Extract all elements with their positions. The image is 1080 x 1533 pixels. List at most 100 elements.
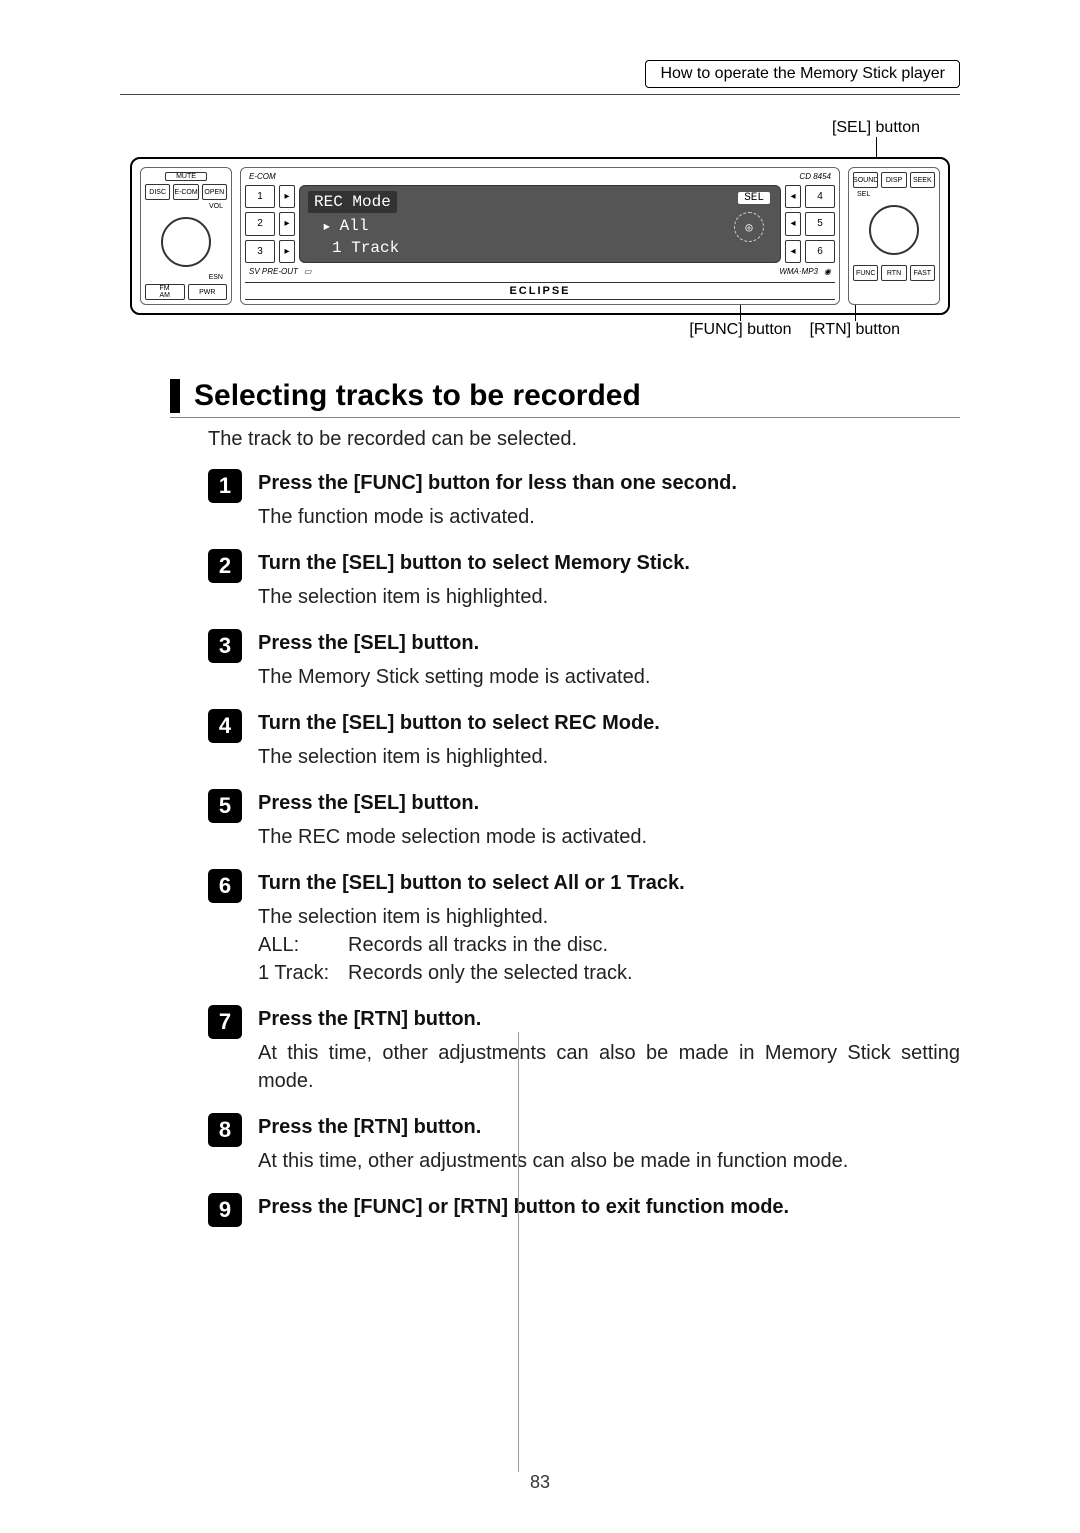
step-title: Press the [RTN] button. [258,1113,960,1141]
page-header: How to operate the Memory Stick player [120,60,960,88]
stereo-diagram: MUTE DISC E-COM OPEN VOL ESN FM AM PWR [130,157,950,315]
section-intro: The track to be recorded can be selected… [208,428,960,451]
skip-right-column: ◂ ◂ ◂ [785,185,801,263]
step-title: Press the [FUNC] or [RTN] button to exit… [258,1193,960,1221]
seek-button: SEEK [910,172,935,188]
step-body: Press the [SEL] button. The Memory Stick … [258,629,960,691]
section: Selecting tracks to be recorded The trac… [170,379,960,1227]
step-body: Turn the [SEL] button to select All or 1… [258,869,960,987]
model-label: CD 8454 [799,172,831,181]
step-description: The selection item is highlighted. [258,583,960,611]
preset-6: 6 [805,240,835,263]
step-title: Turn the [SEL] button to select All or 1… [258,869,960,897]
preset-2: 2 [245,212,275,235]
callout-sel-label: [SEL] button [832,119,920,136]
section-heading-row: Selecting tracks to be recorded [170,379,960,418]
stereo-right-panel: SOUND DISP SEEK SEL FUNC RTN FAST [848,167,940,305]
step-title: Turn the [SEL] button to select Memory S… [258,549,960,577]
step-description: The selection item is highlighted. [258,743,960,771]
skip-left-column: ▸ ▸ ▸ [279,185,295,263]
step-body: Press the [FUNC] or [RTN] button to exit… [258,1193,960,1227]
func-button: FUNC [853,265,878,281]
option-key: 1 Track: [258,959,348,987]
wma-mp3-label: WMA·MP3 [779,267,818,276]
play-icon: ▸ [279,185,295,208]
callout-leader-line [740,305,741,321]
step-4: 4 Turn the [SEL] button to select REC Mod… [208,709,960,771]
step-number: 9 [208,1193,242,1227]
brand-label: ECLIPSE [245,282,835,300]
preset-5: 5 [805,212,835,235]
disc-icon: ◎ [734,212,764,242]
callout-sel: [SEL] button [832,119,920,137]
display-line2: All [340,217,369,235]
manual-page: How to operate the Memory Stick player [… [0,0,1080,1533]
rtn-button: RTN [881,265,906,281]
stereo-center-panel: E-COM CD 8454 1 2 3 ▸ ▸ ▸ [240,167,840,305]
step-option: ALL:Records all tracks in the disc. [258,931,960,959]
pwr-button: PWR [188,284,228,300]
step-number: 7 [208,1005,242,1039]
section-title: Selecting tracks to be recorded [194,379,641,413]
step-7: 7 Press the [RTN] button. At this time, ot… [208,1005,960,1095]
volume-knob [161,217,211,267]
callout-bottom-row: [FUNC] button [RTN] button [120,321,960,339]
step-title: Press the [SEL] button. [258,629,960,657]
vol-label: VOL [145,203,227,210]
step-description: The Memory Stick setting mode is activat… [258,663,960,691]
step-body: Press the [SEL] button.The REC mode sele… [258,789,960,851]
callout-rtn: [RTN] button [810,321,900,339]
step-body: Turn the [SEL] button to select Memory S… [258,549,960,611]
step-body: Turn the [SEL] button to select REC Mode… [258,709,960,771]
callout-func-label: [FUNC] button [689,321,791,338]
header-divider [120,94,960,95]
preset-4: 4 [805,185,835,208]
preset-left-column: 1 2 3 [245,185,275,263]
preset-3: 3 [245,240,275,263]
step-description: At this time, other adjustments can also… [258,1039,960,1095]
mute-button: MUTE [165,172,207,181]
disc-button: DISC [145,184,170,200]
step-3: 3Press the [SEL] button.The Memory Stick… [208,629,960,691]
prev-icon: ◂ [785,240,801,263]
option-key: ALL: [258,931,348,959]
step-9: 9 Press the [FUNC] or [RTN] button to exi… [208,1193,960,1227]
disp-button: DISP [881,172,906,188]
display-line1: REC Mode [308,191,397,213]
play-icon: ▸ [279,240,295,263]
step-6: 6 Turn the [SEL] button to select All or … [208,869,960,987]
prev-icon: ◂ [785,212,801,235]
display-sel-badge: SEL [738,192,770,204]
step-option: 1 Track:Records only the selected track. [258,959,960,987]
step-description: The function mode is activated. [258,503,960,531]
step-number: 4 [208,709,242,743]
step-title: Turn the [SEL] button to select REC Mode… [258,709,960,737]
step-body: Press the [RTN] button. At this time, oth… [258,1005,960,1095]
ms-icon: ▭ [304,267,312,276]
sel-label: SEL [853,191,935,198]
step-2: 2 Turn the [SEL] button to select Memory … [208,549,960,611]
step-title: Press the [FUNC] button for less than on… [258,469,960,497]
step-1: 1Press the [FUNC] button for less than o… [208,469,960,531]
step-title: Press the [SEL] button. [258,789,960,817]
step-number: 5 [208,789,242,823]
ecom-brand-label: E-COM [249,172,276,181]
option-value: Records all tracks in the disc. [348,931,608,959]
fast-button: FAST [910,265,935,281]
step-number: 6 [208,869,242,903]
option-value: Records only the selected track. [348,959,633,987]
heading-bar-icon [170,379,180,413]
esn-label: ESN [145,274,227,281]
step-title: Press the [RTN] button. [258,1005,960,1033]
stereo-display: SEL REC Mode ▸All 1 Track ◎ [299,185,781,263]
step-body: Press the [FUNC] button for less than on… [258,469,960,531]
ecom-button: E-COM [173,184,198,200]
steps-list: 1Press the [FUNC] button for less than o… [208,469,960,1227]
step-description: At this time, other adjustments can also… [258,1147,960,1175]
cd-icon: ◉ [824,267,831,276]
step-number: 2 [208,549,242,583]
callout-func: [FUNC] button [689,321,791,339]
open-button: OPEN [202,184,227,200]
sv-preout-label: SV PRE-OUT [249,267,298,276]
play-icon: ▸ [279,212,295,235]
